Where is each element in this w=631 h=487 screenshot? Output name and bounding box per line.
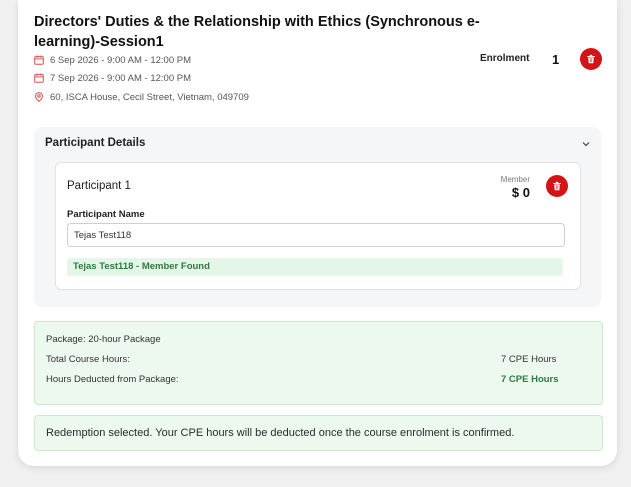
participant-price: $ 0 [511, 185, 530, 200]
deducted-hours-value: 7 CPE Hours [501, 374, 559, 385]
enrolment-label: Enrolment [480, 53, 530, 64]
total-hours-value: 7 CPE Hours [501, 354, 557, 365]
enrolment-card: Directors' Duties & the Relationship wit… [18, 0, 617, 466]
deducted-hours-label: Hours Deducted from Package: [46, 374, 179, 385]
member-label: Member [500, 175, 530, 184]
member-found-status: Tejas Test118 - Member Found [67, 258, 563, 276]
delete-enrolment-button[interactable] [580, 48, 602, 70]
trash-icon [553, 181, 561, 191]
location-pin-icon [34, 92, 44, 102]
course-title: Directors' Duties & the Relationship wit… [34, 14, 480, 50]
date-text: 7 Sep 2026 - 9:00 AM - 12:00 PM [50, 72, 192, 84]
section-title: Participant Details [45, 137, 146, 149]
calendar-icon [34, 55, 44, 65]
calendar-icon [34, 73, 44, 83]
date-text: 6 Sep 2026 - 9:00 AM - 12:00 PM [50, 54, 192, 66]
participant-title: Participant 1 [67, 180, 131, 192]
date-row-1: 6 Sep 2026 - 9:00 AM - 12:00 PM [34, 53, 191, 67]
date-row-2: 7 Sep 2026 - 9:00 AM - 12:00 PM [34, 71, 191, 85]
delete-participant-button[interactable] [546, 175, 568, 197]
chevron-down-icon[interactable] [581, 139, 591, 149]
trash-icon [587, 54, 595, 64]
package-summary: Package: 20-hour Package Total Course Ho… [34, 321, 603, 405]
participant-details-section: Participant Details Participant 1 Member… [34, 127, 601, 307]
package-name: Package: 20-hour Package [46, 334, 161, 345]
location-text: 60, ISCA House, Cecil Street, Vietnam, 0… [50, 91, 249, 103]
participant-card: Participant 1 Member $ 0 Participant Nam… [55, 162, 581, 290]
total-hours-label: Total Course Hours: [46, 354, 130, 365]
participant-name-input[interactable] [67, 223, 565, 247]
participant-name-label: Participant Name [67, 209, 145, 220]
location-row: 60, ISCA House, Cecil Street, Vietnam, 0… [34, 90, 249, 104]
enrolment-count: 1 [552, 52, 560, 67]
redemption-notice: Redemption selected. Your CPE hours will… [34, 415, 603, 451]
